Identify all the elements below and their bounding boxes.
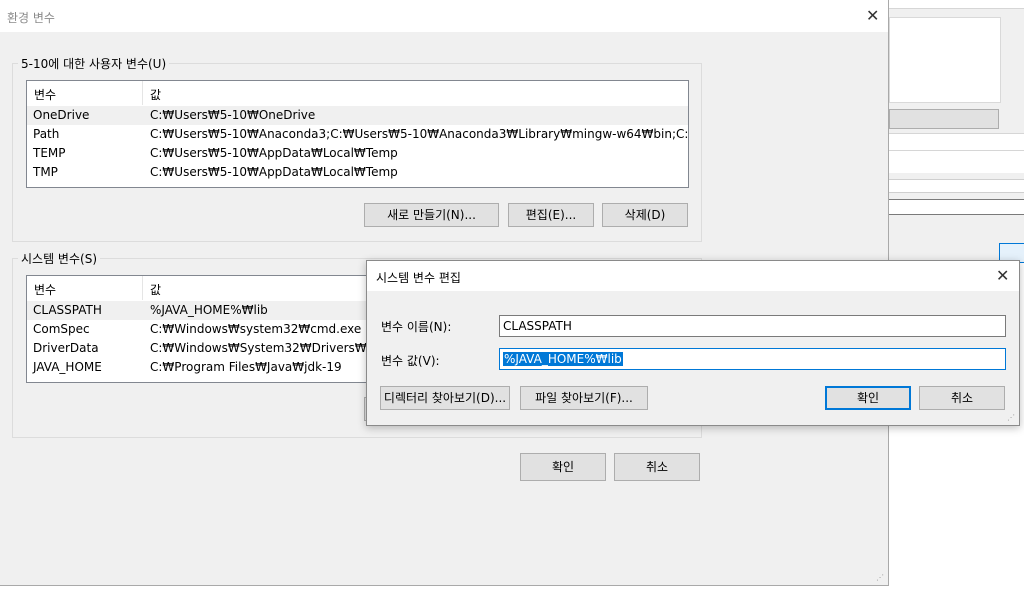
row-value: C:₩Program Files₩Java₩jdk-19 bbox=[150, 360, 342, 374]
row-variable: JAVA_HOME bbox=[33, 360, 102, 374]
row-variable: TMP bbox=[33, 165, 58, 179]
row-value: C:₩Users₩5-10₩Anaconda3;C:₩Users₩5-10₩An… bbox=[150, 127, 689, 141]
row-variable: DriverData bbox=[33, 341, 99, 355]
background-titlebar bbox=[887, 151, 1024, 173]
row-variable: ComSpec bbox=[33, 322, 90, 336]
edit-titlebar: 시스템 변수 편집 ✕ bbox=[367, 261, 1019, 291]
row-variable: Path bbox=[33, 127, 60, 141]
close-icon[interactable]: ✕ bbox=[996, 268, 1009, 284]
edit-system-variable-dialog: 시스템 변수 편집 ✕ 변수 이름(N): CLASSPATH 변수 값(V):… bbox=[366, 260, 1020, 426]
column-separator[interactable] bbox=[142, 81, 143, 105]
edit-ok-button[interactable]: 확인 bbox=[825, 386, 911, 410]
resize-grip-icon[interactable]: ⋰ bbox=[876, 573, 886, 583]
browse-file-button[interactable]: 파일 찾아보기(F)... bbox=[520, 386, 648, 410]
column-header-variable[interactable]: 변수 bbox=[34, 86, 56, 103]
row-value: C:₩Windows₩system32₩cmd.exe bbox=[150, 322, 362, 336]
variable-name-label: 변수 이름(N): bbox=[381, 320, 452, 334]
column-header-value[interactable]: 값 bbox=[150, 86, 161, 103]
background-button bbox=[889, 109, 999, 129]
variable-value-label: 변수 값(V): bbox=[381, 354, 440, 368]
row-value: C:₩Users₩5-10₩AppData₩Local₩Temp bbox=[150, 165, 398, 179]
variable-value-input[interactable]: %JAVA_HOME%₩lib bbox=[499, 348, 1006, 370]
table-row[interactable]: TMP C:₩Users₩5-10₩AppData₩Local₩Temp bbox=[27, 163, 688, 182]
background-window-top bbox=[886, 8, 1024, 134]
background-window-middle bbox=[886, 150, 1024, 263]
new-user-variable-button[interactable]: 새로 만들기(N)... bbox=[364, 203, 499, 227]
user-variables-label: 5-10에 대한 사용자 변수(U) bbox=[18, 55, 170, 72]
edit-dialog-title: 시스템 변수 편집 bbox=[376, 271, 461, 285]
column-header-variable[interactable]: 변수 bbox=[34, 281, 56, 298]
delete-user-variable-button[interactable]: 삭제(D) bbox=[602, 203, 688, 227]
row-variable: TEMP bbox=[33, 146, 66, 160]
table-row[interactable]: OneDrive C:₩Users₩5-10₩OneDrive bbox=[27, 106, 688, 125]
ok-button[interactable]: 확인 bbox=[520, 453, 606, 481]
row-value: C:₩Users₩5-10₩AppData₩Local₩Temp bbox=[150, 146, 398, 160]
resize-grip-icon[interactable]: ⋰ bbox=[1007, 413, 1017, 423]
user-variables-list[interactable]: 변수 값 OneDrive C:₩Users₩5-10₩OneDrive Pat… bbox=[26, 80, 689, 188]
table-row[interactable]: Path C:₩Users₩5-10₩Anaconda3;C:₩Users₩5-… bbox=[27, 125, 688, 144]
table-row[interactable]: TEMP C:₩Users₩5-10₩AppData₩Local₩Temp bbox=[27, 144, 688, 163]
column-header-value[interactable]: 값 bbox=[150, 281, 161, 298]
row-value: C:₩Users₩5-10₩OneDrive bbox=[150, 108, 316, 122]
background-panel bbox=[889, 17, 1001, 103]
edit-cancel-button[interactable]: 취소 bbox=[919, 386, 1005, 410]
browse-directory-button[interactable]: 디렉터리 찾아보기(D)... bbox=[380, 386, 510, 410]
selected-text: %JAVA_HOME%₩lib bbox=[503, 352, 623, 366]
list-header: 변수 값 bbox=[27, 81, 688, 105]
main-dialog-title: 환경 변수 bbox=[7, 11, 55, 25]
edit-user-variable-button[interactable]: 편집(E)... bbox=[508, 203, 594, 227]
variable-name-input[interactable]: CLASSPATH bbox=[499, 315, 1006, 337]
background-list-line bbox=[887, 179, 1024, 193]
close-icon[interactable]: ✕ bbox=[866, 8, 879, 24]
row-variable: OneDrive bbox=[33, 108, 90, 122]
background-input bbox=[887, 199, 1024, 215]
main-titlebar: 환경 변수 ✕ bbox=[0, 0, 888, 32]
column-separator[interactable] bbox=[142, 276, 143, 300]
system-variables-label: 시스템 변수(S) bbox=[18, 250, 100, 267]
cancel-button[interactable]: 취소 bbox=[614, 453, 700, 481]
row-variable: CLASSPATH bbox=[33, 303, 102, 317]
row-value: %JAVA_HOME%₩lib bbox=[150, 303, 268, 317]
